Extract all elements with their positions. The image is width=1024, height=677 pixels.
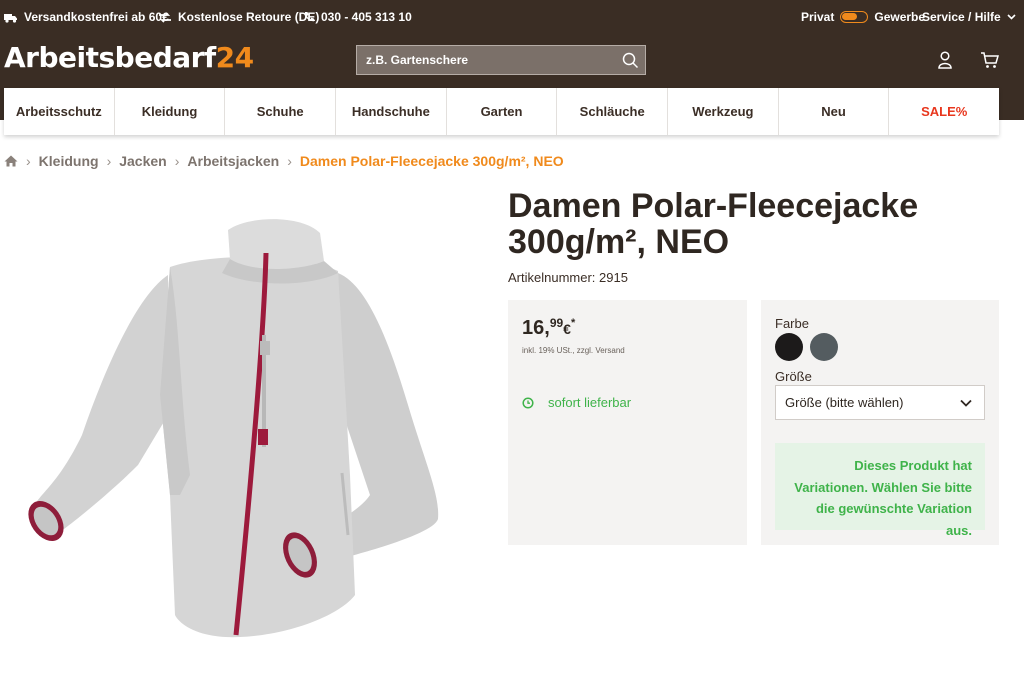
variation-panel: Farbe Größe Größe (bitte wählen) Dieses … [761, 300, 999, 545]
cart-button[interactable] [978, 48, 1002, 72]
size-select-value: Größe (bitte wählen) [785, 395, 904, 410]
nav-item-sale[interactable]: SALE% [889, 88, 999, 135]
phone-icon [304, 12, 314, 22]
color-swatch-grey[interactable] [810, 333, 838, 361]
user-icon [938, 51, 952, 69]
breadcrumb-separator: › [106, 153, 112, 169]
color-swatch-black[interactable] [775, 333, 803, 361]
service-menu-label: Service / Hilfe [922, 10, 1001, 24]
nav-item-schlaeuche[interactable]: Schläuche [557, 88, 669, 135]
search-icon [622, 52, 638, 68]
exchange-icon [159, 11, 171, 23]
phone-text: 030 - 405 313 10 [321, 10, 412, 24]
nav-item-kleidung[interactable]: Kleidung [115, 88, 226, 135]
returns-info: Kostenlose Retoure (DE) [158, 10, 319, 24]
logo-number: 24 [215, 41, 254, 74]
account-button[interactable] [933, 48, 957, 72]
clock-icon [522, 396, 534, 409]
nav-item-neu[interactable]: Neu [779, 88, 890, 135]
logo[interactable]: Arbeitsbedarf24 [4, 40, 254, 76]
customer-type-toggle[interactable] [840, 11, 869, 23]
price-currency: € [563, 321, 571, 337]
size-select[interactable]: Größe (bitte wählen) [775, 385, 985, 420]
utility-bar: Versandkostenfrei ab 60€ Kostenlose Reto… [0, 0, 1024, 34]
returns-text: Kostenlose Retoure (DE) [178, 10, 320, 24]
size-label: Größe [775, 369, 812, 384]
tax-note: inkl. 19% USt., zzgl. Versand [522, 346, 625, 355]
search-bar [356, 45, 646, 75]
breadcrumb-separator: › [26, 153, 31, 169]
service-menu[interactable]: Service / Hilfe [922, 10, 1016, 24]
breadcrumb-separator: › [287, 153, 292, 169]
availability: sofort lieferbar [522, 395, 631, 410]
main-navigation: Arbeitsschutz Kleidung Schuhe Handschuhe… [4, 88, 999, 135]
article-number: Artikelnummer: 2915 [508, 270, 628, 285]
truck-icon [4, 13, 17, 23]
availability-text: sofort lieferbar [548, 395, 632, 410]
nav-item-schuhe[interactable]: Schuhe [225, 88, 337, 135]
product-title: Damen Polar-Fleecejacke 300g/m², NEO [508, 187, 919, 261]
product-image[interactable] [20, 195, 470, 660]
product-price: 16,99€* [522, 316, 575, 340]
price-asterisk: * [570, 317, 576, 329]
variation-notice: Dieses Produkt hat Variationen. Wählen S… [775, 443, 985, 538]
nav-item-werkzeug[interactable]: Werkzeug [668, 88, 779, 135]
shipping-text: Versandkostenfrei ab 60€ [24, 10, 169, 24]
toggle-private-label: Privat [801, 10, 835, 24]
chevron-down-icon [960, 399, 972, 407]
breadcrumb: › Kleidung › Jacken › Arbeitsjacken › Da… [4, 152, 564, 170]
color-label: Farbe [775, 316, 809, 331]
breadcrumb-item[interactable]: Arbeitsjacken [187, 153, 279, 169]
nav-item-handschuhe[interactable]: Handschuhe [336, 88, 447, 135]
chevron-down-icon [1007, 14, 1016, 20]
price-main: 16, [522, 317, 550, 339]
cart-icon [981, 52, 999, 68]
phone-info[interactable]: 030 - 405 313 10 [303, 10, 412, 24]
price-cents: 99 [549, 316, 564, 330]
breadcrumb-item[interactable]: Kleidung [39, 153, 99, 169]
breadcrumb-item[interactable]: Jacken [119, 153, 166, 169]
nav-item-garten[interactable]: Garten [447, 88, 558, 135]
price-panel: 16,99€* inkl. 19% USt., zzgl. Versand so… [508, 300, 747, 545]
search-input[interactable] [357, 46, 615, 74]
breadcrumb-separator: › [174, 153, 180, 169]
nav-item-arbeitsschutz[interactable]: Arbeitsschutz [4, 88, 115, 135]
breadcrumb-current: Damen Polar-Fleecejacke 300g/m², NEO [299, 153, 564, 169]
home-icon[interactable] [4, 155, 18, 167]
customer-type-switch[interactable]: Privat Gewerbe [801, 10, 925, 24]
toggle-business-label: Gewerbe [874, 10, 926, 24]
search-button[interactable] [615, 46, 645, 74]
shipping-info: Versandkostenfrei ab 60€ [4, 10, 169, 24]
logo-text: Arbeitsbedarf [4, 41, 216, 74]
